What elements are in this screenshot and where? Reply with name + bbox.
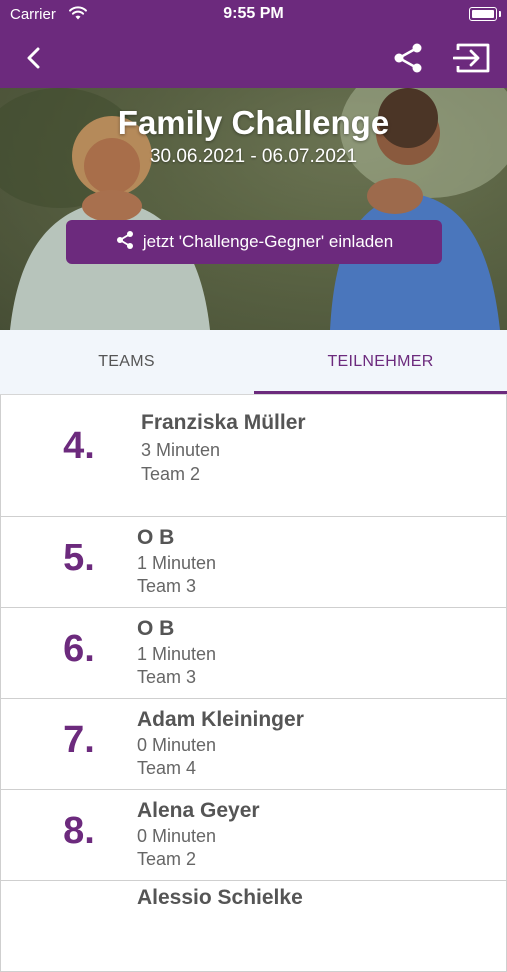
participant-minutes: 0 Minuten [137,735,217,755]
nav-bar [0,30,507,88]
back-icon [26,47,42,74]
back-button[interactable] [14,40,54,80]
challenge-dates: 30.06.2021 - 06.07.2021 [149,146,358,167]
tab-bar: TEAMS TEILNEHMER [0,330,507,395]
participant-name: Adam Kleininger [137,708,304,731]
participant-name: O B [137,617,175,640]
participant-list: 4. Franziska Müller 3 Minuten Team 2 5. … [0,395,507,972]
rank-number: 4. [63,425,95,467]
invite-opponent-button[interactable]: jetzt 'Challenge-Gegner' einladen [66,220,442,264]
challenge-title: Family Challenge [117,104,390,141]
list-item[interactable]: 5. O B 1 Minuten Team 3 [0,517,507,608]
status-time: 9:55 PM [223,5,284,22]
participant-name: O B [137,526,175,549]
share-small-icon [115,230,135,255]
rank-number: 5. [63,537,95,579]
list-item[interactable]: 8. Alena Geyer 0 Minuten Team 2 [0,790,507,881]
exit-icon [452,42,491,79]
participant-name: Franziska Müller [141,411,306,434]
list-item[interactable]: Alessio Schielke [0,881,507,972]
invite-label: jetzt 'Challenge-Gegner' einladen [142,232,394,251]
participant-minutes: 1 Minuten [137,644,217,664]
participant-minutes: 1 Minuten [137,553,217,573]
list-item[interactable]: 7. Adam Kleininger 0 Minuten Team 4 [0,699,507,790]
challenge-hero: Family Challenge 30.06.2021 - 06.07.2021… [0,88,507,330]
exit-button[interactable] [452,40,492,80]
participant-team: Team 3 [137,576,197,596]
participant-minutes: 0 Minuten [137,826,217,846]
participant-minutes: 3 Minuten [141,440,221,460]
participant-name: Alessio Schielke [137,886,303,909]
list-item[interactable]: 6. O B 1 Minuten Team 3 [0,608,507,699]
participant-team: Team 4 [137,758,197,778]
tab-teams[interactable]: TEAMS [0,330,253,394]
list-item[interactable]: 4. Franziska Müller 3 Minuten Team 2 [0,395,507,517]
rank-number: 8. [63,810,95,852]
rank-number: 6. [63,628,95,670]
rank-number: 7. [63,719,95,761]
participant-team: Team 2 [137,849,197,869]
participant-team: Team 2 [141,464,201,484]
participant-team: Team 3 [137,667,197,687]
share-icon [392,42,424,79]
battery-icon [469,7,501,21]
tab-selected-indicator [254,391,507,394]
tab-teilnehmer[interactable]: TEILNEHMER [254,330,507,394]
participant-name: Alena Geyer [137,799,260,822]
status-bar: Carrier 9:55 PM [0,0,507,30]
share-button[interactable] [388,40,428,80]
